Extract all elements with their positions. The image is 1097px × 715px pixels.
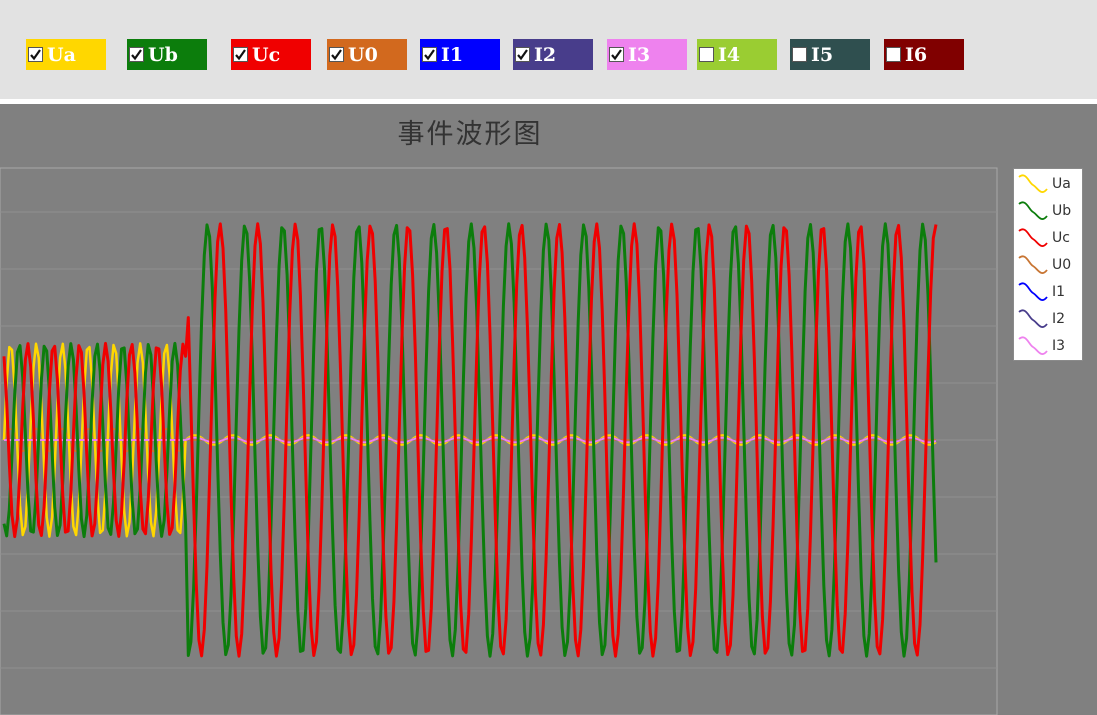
legend-label: Ua bbox=[1052, 175, 1071, 192]
legend-label: U0 bbox=[1052, 256, 1072, 273]
sine-wave-icon bbox=[1018, 201, 1048, 220]
chart-legend: Ua Ub Uc U0 I1 I2 I3 bbox=[1013, 168, 1083, 361]
legend-item-ub: Ub bbox=[1017, 197, 1071, 224]
sine-wave-icon bbox=[1018, 255, 1048, 274]
sine-wave-icon bbox=[1018, 336, 1048, 355]
legend-item-u0: U0 bbox=[1017, 251, 1071, 278]
legend-item-i1: I1 bbox=[1017, 278, 1065, 305]
legend-item-i3: I3 bbox=[1017, 332, 1065, 359]
legend-label: I1 bbox=[1052, 283, 1066, 300]
sine-wave-icon bbox=[1018, 282, 1048, 301]
sine-wave-icon bbox=[1018, 309, 1048, 328]
waveform-plot bbox=[0, 167, 998, 715]
legend-item-ua: Ua bbox=[1017, 170, 1071, 197]
sine-wave-icon bbox=[1018, 174, 1048, 193]
legend-item-uc: Uc bbox=[1017, 224, 1070, 251]
legend-item-i2: I2 bbox=[1017, 305, 1065, 332]
legend-label: I3 bbox=[1052, 337, 1066, 354]
sine-wave-icon bbox=[1018, 228, 1048, 247]
legend-label: Uc bbox=[1052, 229, 1070, 246]
legend-label: I2 bbox=[1052, 310, 1066, 327]
legend-label: Ub bbox=[1052, 202, 1072, 219]
